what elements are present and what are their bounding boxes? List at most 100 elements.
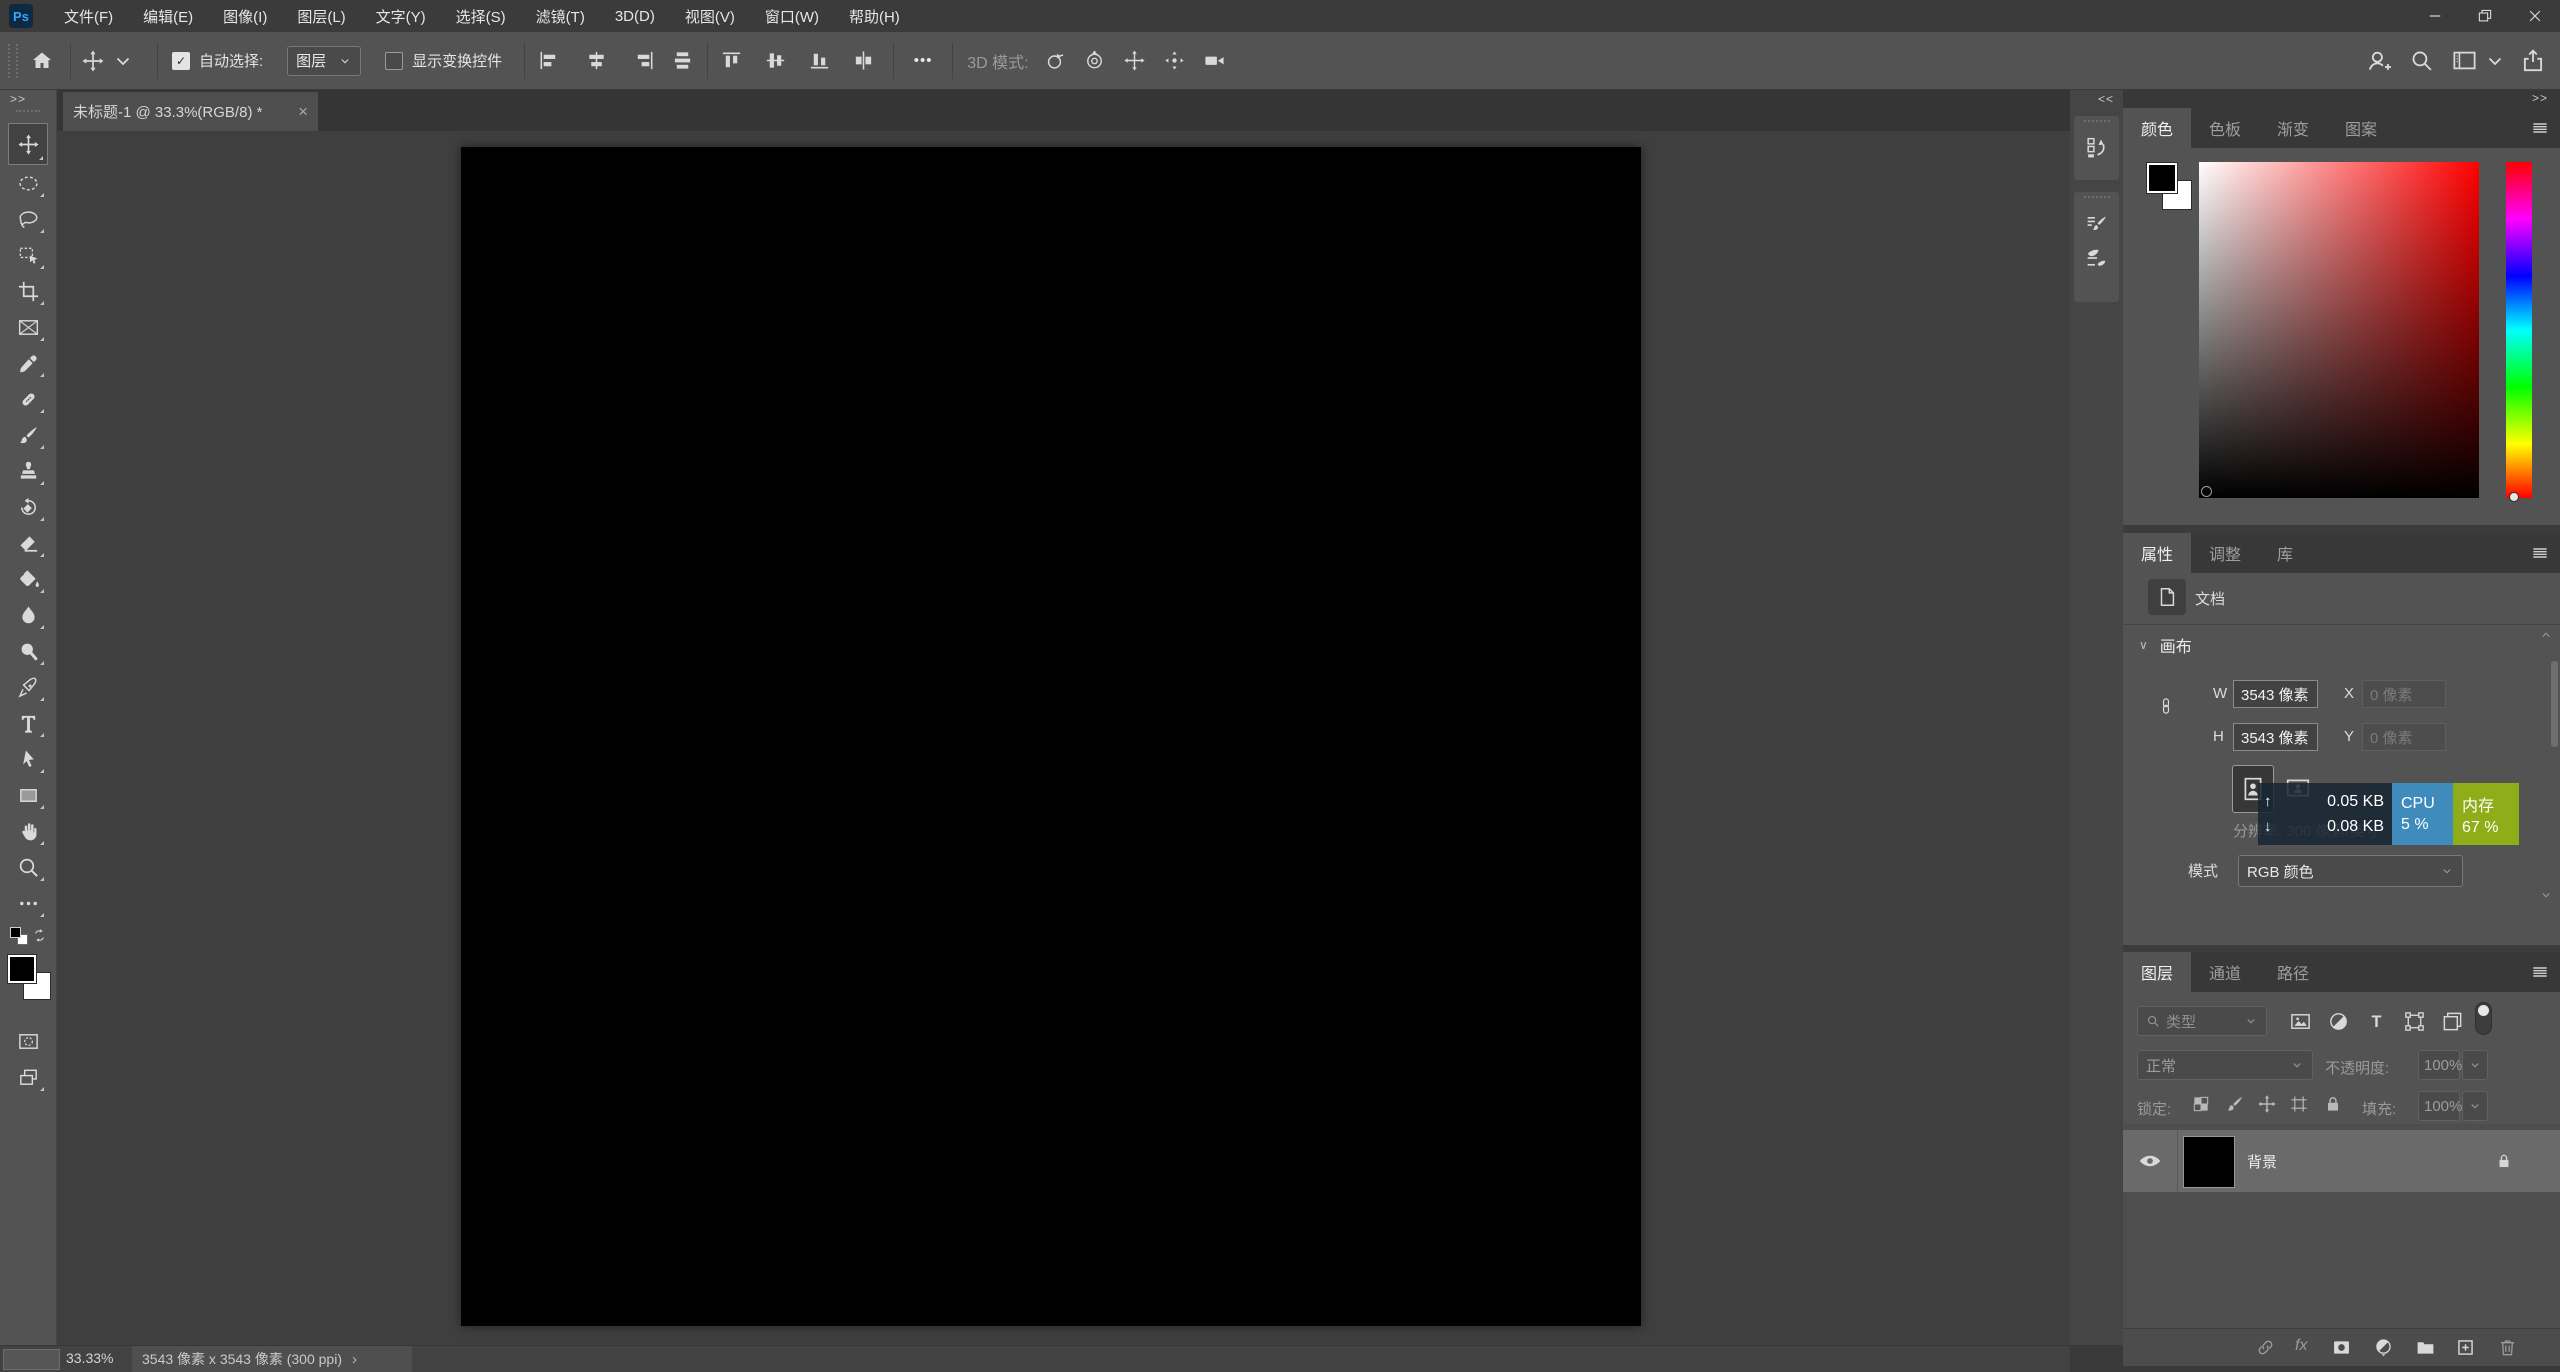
color-mode-dropdown[interactable]: RGB 颜色 (2238, 855, 2463, 887)
menu-item-file[interactable]: 文件(F) (49, 0, 128, 32)
tab-gradients[interactable]: 渐变 (2259, 108, 2327, 148)
tool-frame-tool[interactable] (8, 309, 48, 345)
menu-item-window[interactable]: 窗口(W) (750, 0, 834, 32)
align-button-distribute-v[interactable] (852, 49, 875, 72)
layer-visibility-cell[interactable] (2123, 1130, 2178, 1192)
tool-healing-brush-tool[interactable] (8, 381, 48, 417)
auto-select-target-dropdown[interactable]: 图层 (287, 45, 362, 76)
scroll-up-icon[interactable] (2539, 628, 2553, 642)
tab-paths[interactable]: 路径 (2259, 952, 2327, 992)
document-type-button[interactable] (2148, 579, 2186, 615)
show-transform-checkbox[interactable] (385, 51, 404, 70)
scrollbar-thumb[interactable] (2551, 661, 2558, 747)
link-layers-icon[interactable] (2255, 1337, 2276, 1358)
share-button[interactable] (2520, 48, 2546, 74)
hue-slider-marker[interactable] (2509, 492, 2519, 502)
strip-expand-button[interactable]: << (2098, 92, 2114, 106)
canvas-workspace[interactable] (57, 131, 2070, 1345)
filter-button-filter-shape[interactable] (2403, 1010, 2426, 1033)
y-field[interactable]: 0 像素 (2362, 723, 2446, 751)
tool-eyedropper-tool[interactable] (8, 345, 48, 381)
swap-colors-control[interactable] (6, 923, 50, 953)
menu-item-type[interactable]: 文字(Y) (361, 0, 441, 32)
layer-thumbnail[interactable] (2183, 1136, 2235, 1188)
canvas-section-header[interactable]: ∨ 画布 (2139, 633, 2192, 657)
close-button[interactable] (2510, 0, 2560, 32)
menu-item-filter[interactable]: 滤镜(T) (521, 0, 600, 32)
align-button-align-center-h[interactable] (585, 49, 608, 72)
blend-mode-dropdown[interactable]: 正常 (2137, 1050, 2313, 1080)
lock-all-icon[interactable] (2323, 1094, 2343, 1114)
tab-swatches[interactable]: 色板 (2191, 108, 2259, 148)
tab-layers[interactable]: 图层 (2123, 952, 2192, 992)
menu-item-edit[interactable]: 编辑(E) (128, 0, 208, 32)
tool-object-selection-tool[interactable] (8, 237, 48, 273)
tab-patterns[interactable]: 图案 (2327, 108, 2395, 148)
menu-item-select[interactable]: 选择(S) (441, 0, 521, 32)
menu-item-view[interactable]: 视图(V) (670, 0, 750, 32)
fill-field[interactable]: 100% (2418, 1091, 2462, 1121)
tool-brush-tool[interactable] (8, 417, 48, 453)
menu-item-layer[interactable]: 图层(L) (282, 0, 360, 32)
foreground-color-swatch[interactable] (2146, 162, 2178, 194)
filter-button-filter-adjustment[interactable] (2327, 1010, 2350, 1033)
search-button[interactable] (2409, 48, 2434, 73)
status-chevron[interactable]: › (352, 1351, 357, 1368)
new-layer-icon[interactable] (2455, 1337, 2476, 1358)
scroll-down-icon[interactable] (2539, 888, 2553, 902)
lock-pixels-icon[interactable] (2225, 1094, 2245, 1114)
foreground-color-swatch[interactable] (6, 954, 37, 984)
tool-history-brush-tool[interactable] (8, 489, 48, 525)
new-adjustment-layer-icon[interactable] (2373, 1337, 2394, 1358)
status-zoom-field[interactable] (3, 1349, 60, 1370)
layer-row-background[interactable]: 背景 (2123, 1130, 2560, 1192)
tool-dodge-tool[interactable] (8, 633, 48, 669)
add-mask-icon[interactable] (2331, 1337, 2352, 1358)
align-button-align-top[interactable] (720, 49, 743, 72)
width-field[interactable]: 3543 像素 (2233, 680, 2318, 708)
brush-panels-button[interactable] (2074, 192, 2119, 302)
color-swatches-control[interactable] (0, 953, 57, 1023)
distribute-button-distribute-h[interactable] (671, 49, 694, 72)
filter-button-filter-type[interactable]: T (2365, 1010, 2388, 1033)
tool-lasso-tool[interactable] (8, 201, 48, 237)
height-field[interactable]: 3543 像素 (2233, 723, 2318, 751)
tool-eraser-tool[interactable] (8, 525, 48, 561)
tool-paint-bucket-tool[interactable] (8, 561, 48, 597)
filter-button-filter-smart-object[interactable] (2441, 1010, 2464, 1033)
invite-button[interactable] (2366, 48, 2392, 74)
toolbar-grip[interactable] (16, 110, 40, 117)
filter-button-filter-image[interactable] (2289, 1010, 2312, 1033)
layer-style-button[interactable]: fx (2295, 1337, 2307, 1355)
options-bar-grip[interactable] (8, 43, 18, 78)
panel-menu-icon[interactable] (2530, 543, 2550, 563)
tool-type-tool[interactable] (8, 705, 48, 741)
tool-rectangle-tool[interactable] (8, 777, 48, 813)
new-group-icon[interactable] (2415, 1337, 2436, 1358)
minimize-button[interactable] (2410, 0, 2460, 32)
brush-settings-icon[interactable] (2084, 211, 2109, 236)
lock-position-icon[interactable] (2257, 1094, 2277, 1114)
3d-tool-camera[interactable] (1203, 49, 1226, 72)
align-button-align-middle-v[interactable] (764, 49, 787, 72)
panel-menu-icon[interactable] (2530, 962, 2550, 982)
align-button-align-left[interactable] (537, 49, 560, 72)
menu-item-image[interactable]: 图像(I) (208, 0, 282, 32)
status-document-info[interactable]: 3543 像素 x 3543 像素 (300 ppi) › (132, 1346, 412, 1372)
document-canvas[interactable] (461, 147, 1641, 1326)
tab-adjustments[interactable]: 调整 (2191, 533, 2259, 573)
more-options-button[interactable]: ••• (906, 52, 940, 69)
3d-tool-pan[interactable] (1123, 49, 1146, 72)
document-tab[interactable]: 未标题-1 @ 33.3%(RGB/8) * × (63, 92, 318, 131)
saturation-brightness-field[interactable] (2199, 162, 2479, 498)
menu-item-3d[interactable]: 3D(D) (600, 0, 670, 32)
menu-item-help[interactable]: 帮助(H) (834, 0, 915, 32)
layer-filter-dropdown[interactable]: 类型 (2137, 1006, 2267, 1036)
quick-mask-button[interactable] (8, 1023, 48, 1059)
lock-artboard-icon[interactable] (2289, 1094, 2309, 1114)
color-field-marker[interactable] (2201, 486, 2212, 497)
tool-crop-tool[interactable] (8, 273, 48, 309)
opacity-dropdown-button[interactable] (2462, 1050, 2488, 1080)
tool-blur-tool[interactable] (8, 597, 48, 633)
panel-menu-icon[interactable] (2530, 118, 2550, 138)
